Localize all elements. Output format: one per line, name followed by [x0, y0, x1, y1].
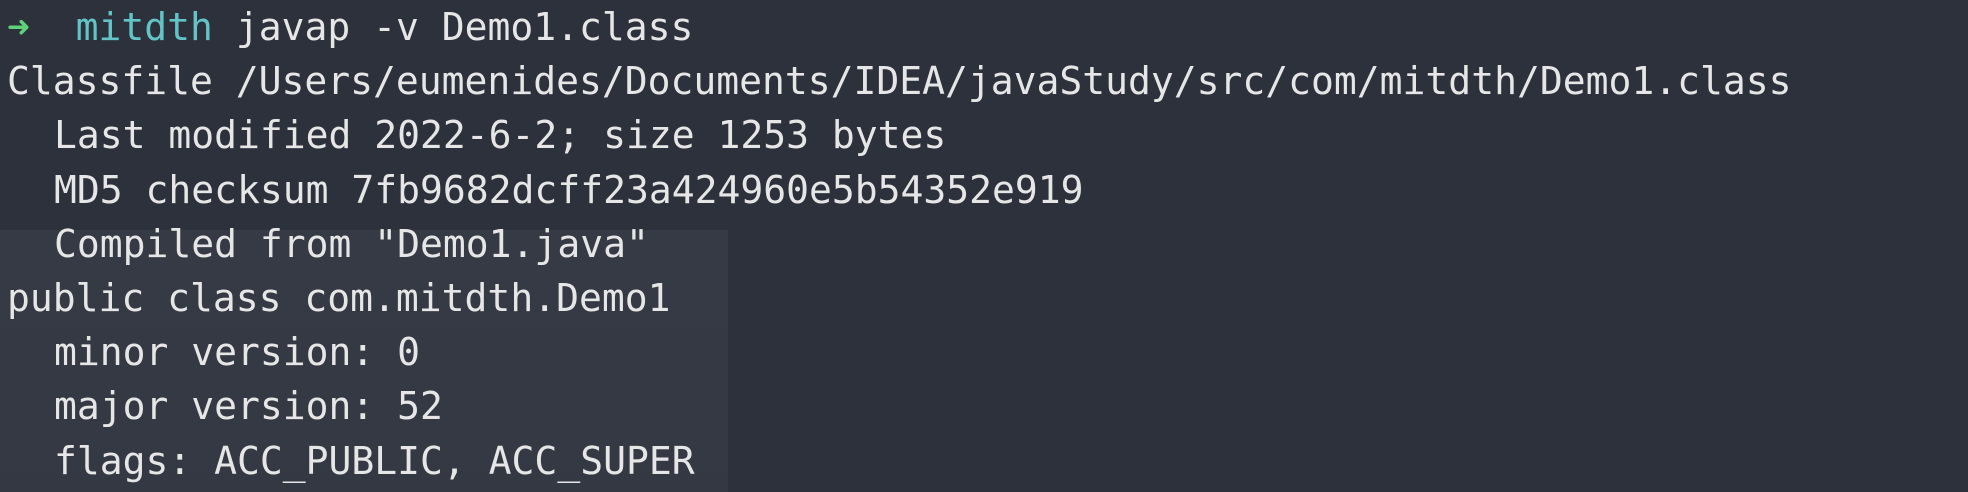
- output-last-modified: Last modified 2022-6-2; size 1253 bytes: [54, 113, 947, 158]
- prompt-directory: mitdth: [75, 5, 213, 49]
- prompt-arrow-icon: ➜: [7, 5, 30, 49]
- prompt-command: javap -v Demo1.class: [235, 5, 694, 49]
- output-flags: flags: ACC_PUBLIC, ACC_SUPER: [54, 438, 695, 483]
- terminal-window[interactable]: ➜ mitdth javap -v Demo1.class Classfile …: [0, 0, 1968, 492]
- prompt-line: ➜ mitdth javap -v Demo1.class: [7, 0, 1791, 54]
- terminal-output: ➜ mitdth javap -v Demo1.class Classfile …: [7, 0, 1791, 488]
- output-major-version: major version: 52: [54, 384, 443, 429]
- output-classfile: Classfile /Users/eumenides/Documents/IDE…: [7, 59, 1792, 104]
- output-compiled-from: Compiled from "Demo1.java": [54, 221, 649, 266]
- output-class-declaration: public class com.mitdth.Demo1: [7, 275, 671, 320]
- output-minor-version: minor version: 0: [54, 330, 421, 375]
- output-md5: MD5 checksum 7fb9682dcff23a424960e5b5435…: [54, 167, 1084, 212]
